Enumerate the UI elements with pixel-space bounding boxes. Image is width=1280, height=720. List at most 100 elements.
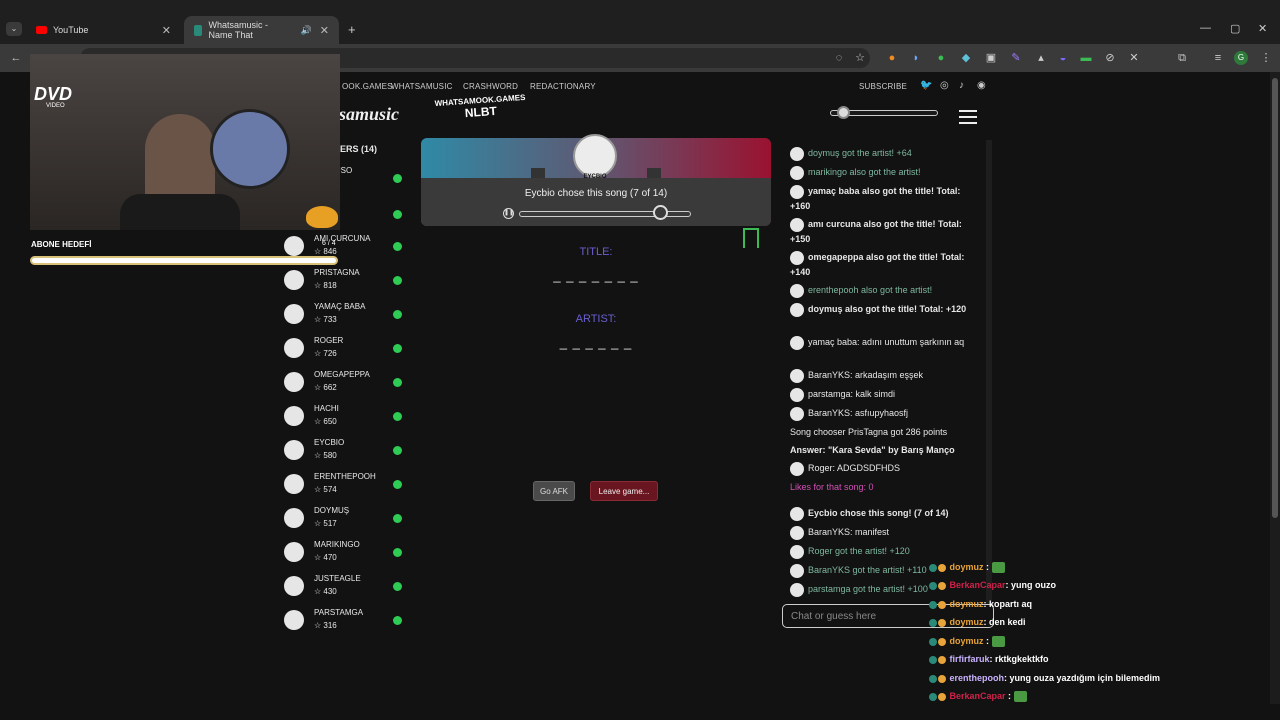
- close-window-button[interactable]: ✕: [1258, 22, 1267, 35]
- star-icon[interactable]: ☆: [854, 52, 866, 64]
- star-icon: ☆: [314, 485, 324, 494]
- subscribe-link[interactable]: SUBSCRIBE: [859, 82, 907, 91]
- eye-off-icon[interactable]: ◌: [833, 52, 845, 64]
- player-row[interactable]: JUSTEAGLE ☆ 430: [284, 574, 408, 608]
- player-row[interactable]: PARSTAMGA ☆ 316: [284, 608, 408, 642]
- title-blanks: _ _ _ _ _ _ _: [553, 268, 639, 283]
- nav-link-crashword[interactable]: CRASHWORD: [463, 82, 518, 91]
- extension-icon[interactable]: ✕: [1128, 52, 1140, 64]
- chat-avatar: [790, 250, 804, 265]
- player-score-value: 726: [323, 349, 337, 358]
- twitter-icon[interactable]: 🐦: [920, 80, 932, 91]
- chat-scrollbar[interactable]: [986, 140, 992, 610]
- extension-icon[interactable]: ◒: [1057, 52, 1069, 64]
- stream-chat-user: doymuz: [949, 599, 984, 609]
- bookmark-icon[interactable]: [743, 228, 759, 248]
- extension-icon[interactable]: ◗: [910, 52, 922, 64]
- volume-slider-handle[interactable]: [837, 106, 850, 119]
- new-tab-button[interactable]: +: [348, 22, 356, 37]
- extension-icon[interactable]: ✎: [1010, 52, 1022, 64]
- star-icon: ☆: [314, 281, 324, 290]
- pause-icon[interactable]: ❚❚: [503, 208, 514, 219]
- player-row[interactable]: OMEGAPEPPA ☆ 662: [284, 370, 408, 404]
- close-icon[interactable]: ✕: [320, 24, 329, 37]
- maximize-button[interactable]: ▢: [1230, 22, 1240, 35]
- tab-search-icon[interactable]: ⌄: [6, 22, 22, 36]
- player-name: EYCBIO: [314, 438, 345, 447]
- extension-icon[interactable]: ◆: [960, 52, 972, 64]
- extension-icon[interactable]: ●: [935, 52, 947, 64]
- reading-list-icon[interactable]: ≡: [1212, 52, 1224, 64]
- chat-avatar: [790, 184, 804, 199]
- discord-icon[interactable]: ◉: [977, 80, 986, 91]
- extension-icon[interactable]: ●: [886, 52, 898, 64]
- chat-message: erenthepooh also got the artist!: [790, 283, 980, 298]
- extensions-puzzle-icon[interactable]: ⧉: [1176, 52, 1188, 64]
- player-score-value: 430: [323, 587, 337, 596]
- chat-message: parstamga: kalk simdi: [790, 387, 980, 402]
- chat-avatar: [790, 146, 804, 161]
- nav-link-redactionary[interactable]: REDACTIONARY: [530, 82, 596, 91]
- check-icon: [393, 344, 402, 353]
- chat-message: omegapeppa also got the title! Total: +1…: [790, 250, 980, 280]
- site-logo[interactable]: tsamusic: [334, 104, 399, 125]
- nav-link-whatsamusic[interactable]: WHATSAMUSIC: [391, 82, 453, 91]
- player-row[interactable]: DOYMUŞ ☆ 517: [284, 506, 408, 540]
- player-name: OMEGAPEPPA: [314, 370, 370, 379]
- chat-message: BaranYKS: arkadaşım eşşek: [790, 368, 980, 383]
- song-status: Eycbio chose this song (7 of 14): [524, 188, 668, 199]
- profile-avatar[interactable]: G: [1234, 51, 1248, 65]
- extension-icon[interactable]: ⊘: [1104, 52, 1116, 64]
- player-score: ☆ 580: [314, 451, 337, 460]
- player-row[interactable]: YAMAÇ BABA ☆ 733: [284, 302, 408, 336]
- player-row[interactable]: PRISTAGNA ☆ 818: [284, 268, 408, 302]
- back-icon[interactable]: ←: [10, 52, 22, 64]
- instagram-icon[interactable]: ◎: [940, 80, 949, 91]
- player-score: ☆ 818: [314, 281, 337, 290]
- extension-icon[interactable]: ▬: [1080, 52, 1092, 64]
- hamburger-menu-icon[interactable]: [959, 110, 977, 124]
- scrollbar-thumb[interactable]: [1272, 78, 1278, 518]
- menu-dots-icon[interactable]: ⋮: [1260, 52, 1272, 64]
- player-avatar: [284, 304, 304, 324]
- chat-avatar: [790, 335, 804, 350]
- player-score: ☆ 726: [314, 349, 337, 358]
- badge-icon: [938, 637, 946, 646]
- stream-chat-user: BerkanCapar: [949, 691, 1006, 701]
- chat-message-text: doymuş got the artist! +64: [808, 148, 912, 158]
- player-row[interactable]: ERENTHEPOOH ☆ 574: [284, 472, 408, 506]
- stream-chat-line: doymuz: den kedi: [929, 617, 1026, 627]
- player-row[interactable]: HACHI ☆ 650: [284, 404, 408, 438]
- chat-avatar: [790, 406, 804, 421]
- extension-icon[interactable]: ▣: [985, 52, 997, 64]
- tab-youtube[interactable]: YouTube ✕: [26, 16, 181, 44]
- go-afk-button[interactable]: Go AFK: [533, 481, 575, 501]
- chat-message-text: yamaç baba: adını unuttum şarkının aq: [808, 337, 965, 347]
- player-name: HACHI: [314, 404, 339, 413]
- chat-avatar: [790, 582, 804, 597]
- nav-link-whatsamook[interactable]: OOK.GAMES: [342, 82, 393, 91]
- player-row[interactable]: EYCBIO ☆ 580: [284, 438, 408, 472]
- speaker-icon[interactable]: 🔊: [301, 25, 312, 36]
- check-icon: [393, 514, 402, 523]
- extension-icon[interactable]: ▴: [1035, 52, 1047, 64]
- tab-whatsamusic[interactable]: Whatsamusic - Name That 🔊 ✕: [184, 16, 339, 44]
- check-icon: [393, 276, 402, 285]
- whatsamusic-icon: [194, 24, 203, 36]
- stream-chat-line: BerkanCapar :: [929, 691, 1027, 703]
- player-row[interactable]: MARIKINGO ☆ 470: [284, 540, 408, 574]
- leave-game-button[interactable]: Leave game...: [590, 481, 658, 501]
- chat-message-text: doymuş also got the title! Total: +120: [808, 304, 967, 314]
- chat-message: doymuş also got the title! Total: +120: [790, 302, 980, 317]
- tiktok-icon[interactable]: ♪: [959, 80, 964, 91]
- chat-message-text: BaranYKS: manifest: [808, 527, 890, 537]
- badge-icon: [938, 674, 946, 683]
- chat-message: doymuş got the artist! +64: [790, 146, 980, 161]
- stream-chat-text: : kopartı aq: [983, 599, 1033, 609]
- badge-icon: [938, 600, 946, 609]
- chat-message: Answer: "Kara Sevda" by Barış Manço: [790, 443, 980, 458]
- stream-chat-line: doymuz: kopartı aq: [929, 599, 1032, 609]
- player-row[interactable]: ROGER ☆ 726: [284, 336, 408, 370]
- close-icon[interactable]: ✕: [162, 24, 171, 37]
- minimize-button[interactable]: —: [1200, 22, 1211, 34]
